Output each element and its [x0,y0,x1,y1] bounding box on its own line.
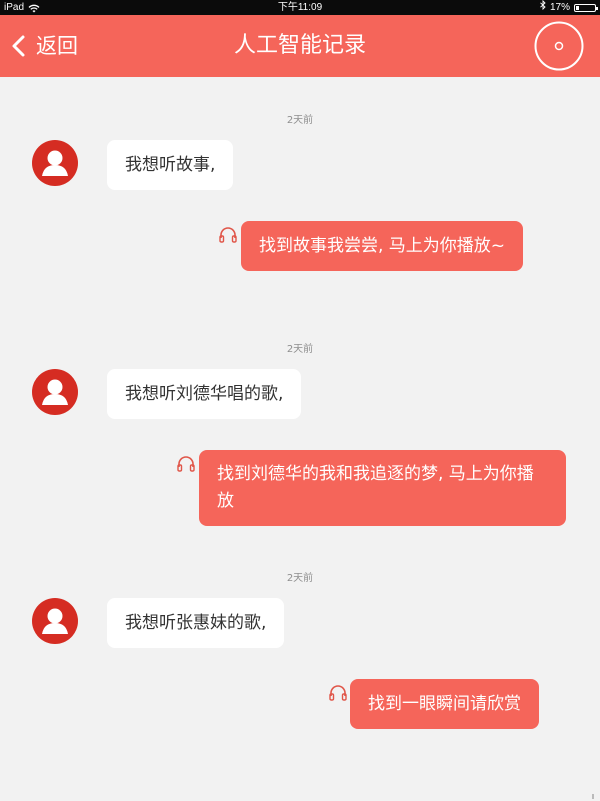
user-message-bubble: 我想听刘德华唱的歌, [107,369,302,419]
status-bar: iPad 下午11:09 17% [0,0,600,15]
battery-level [576,5,580,10]
scroll-indicator [592,794,594,799]
message-timestamp: 2天前 [286,573,314,584]
status-time: 下午11:09 [277,2,323,13]
headphone-icon[interactable] [218,225,238,245]
headphone-icon[interactable] [328,683,348,703]
battery-percent: 17% [549,2,570,13]
avatar [32,369,78,415]
message-timestamp: 2天前 [286,344,314,355]
status-right: 17% [540,0,598,15]
reply-message-bubble[interactable]: 找到刘德华的我和我追逐的梦, 马上为你播放 [199,450,566,526]
record-button[interactable] [534,21,584,71]
reply-message-bubble[interactable]: 找到故事我尝尝, 马上为你播放~ [241,221,524,271]
nav-bar: 返回 人工智能记录 [0,15,600,77]
headphone-icon[interactable] [176,454,196,474]
user-message-bubble: 我想听故事, [107,140,234,190]
user-message-bubble: 我想听张惠妹的歌, [107,598,285,648]
disc-icon [534,21,584,75]
avatar [32,598,78,644]
avatar [32,140,78,186]
bluetooth-icon [540,0,546,15]
page-title: 人工智能记录 [233,33,366,58]
battery-icon [574,3,598,12]
message-timestamp: 2天前 [286,115,314,126]
reply-message-bubble[interactable]: 找到一眼瞬间请欣赏 [350,679,539,729]
